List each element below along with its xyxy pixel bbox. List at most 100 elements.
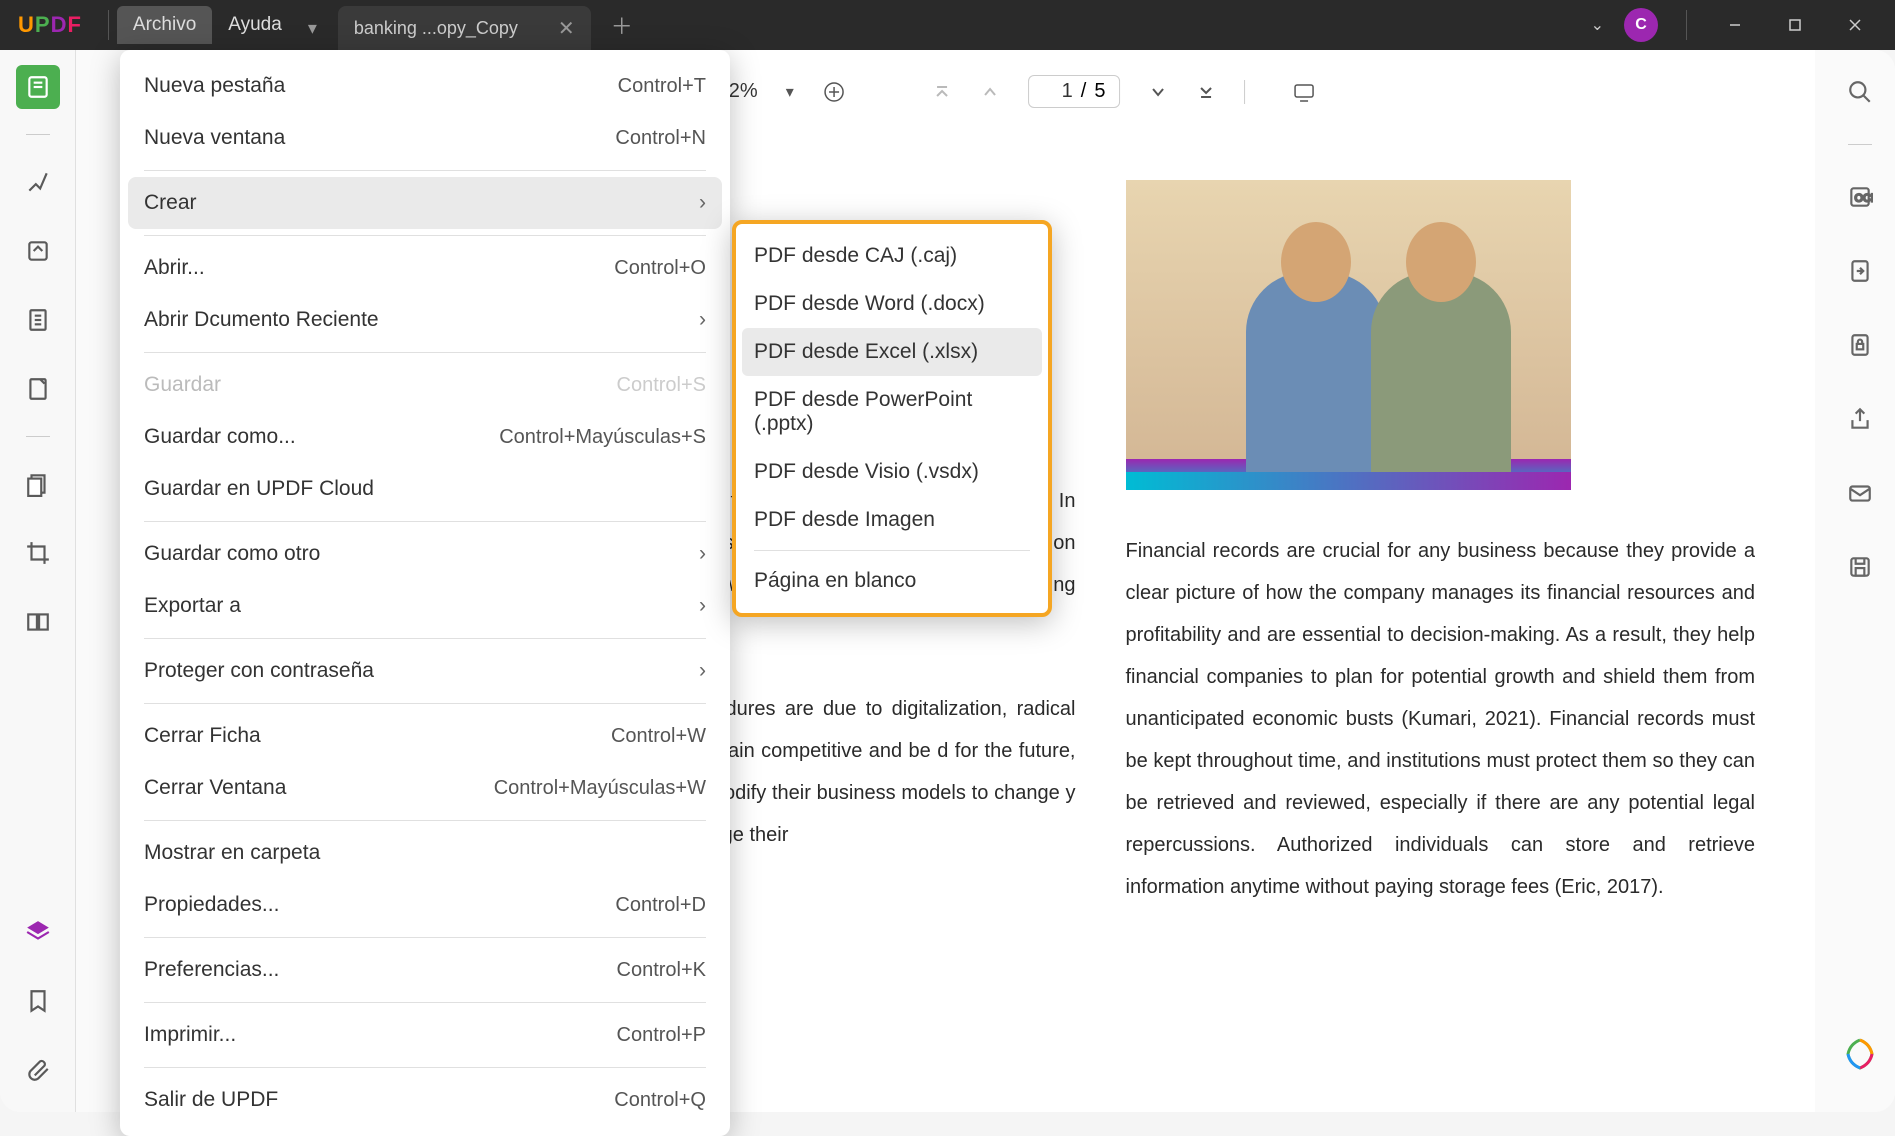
page-input[interactable] [1043,80,1073,103]
prev-page-button[interactable] [980,82,1000,102]
submenu-item-ppt[interactable]: PDF desde PowerPoint (.pptx) [736,376,1048,448]
ocr-icon[interactable]: OCR [1838,175,1882,219]
close-icon[interactable]: ✕ [558,16,575,41]
document-column-right: Financial records are crucial for any bu… [1126,180,1756,1072]
menu-item-guardar: GuardarControl+S [120,359,730,411]
menu-item-mostrar-carpeta[interactable]: Mostrar en carpeta [120,827,730,879]
compare-tool-icon[interactable] [16,600,60,644]
share-icon[interactable] [1838,397,1882,441]
menu-item-guardar-otro[interactable]: Guardar como otro› [120,528,730,580]
app-logo: UPDF [0,12,100,38]
separator [144,521,706,522]
chevron-right-icon: › [699,659,706,683]
separator [144,352,706,353]
form-tool-icon[interactable] [16,367,60,411]
menu-item-cerrar-ficha[interactable]: Cerrar FichaControl+W [120,710,730,762]
separator [1686,10,1687,40]
submenu-item-word[interactable]: PDF desde Word (.docx) [736,280,1048,328]
reader-tool-icon[interactable] [16,65,60,109]
chevron-right-icon: › [699,308,706,332]
separator [144,703,706,704]
separator [144,235,706,236]
main-area: 122% ▾ / 5 viron-cessitates the digital … [0,50,1895,1112]
organize-tool-icon[interactable] [16,462,60,506]
separator [26,436,50,437]
page-separator: / [1081,80,1087,103]
new-tab-button[interactable]: ＋ [611,9,633,41]
zoom-dropdown-icon[interactable]: ▾ [786,82,794,102]
menu-item-preferencias[interactable]: Preferencias...Control+K [120,944,730,996]
view-toolbar: 122% ▾ / 5 [655,75,1317,108]
tab-dropdown-icon[interactable]: ▾ [308,18,317,39]
chevron-right-icon: › [699,191,706,215]
submenu-item-caj[interactable]: PDF desde CAJ (.caj) [736,232,1048,280]
submenu-item-visio[interactable]: PDF desde Visio (.vsdx) [736,448,1048,496]
menu-archivo[interactable]: Archivo [117,6,212,44]
presentation-button[interactable] [1292,80,1316,104]
chevron-right-icon: › [699,594,706,618]
minimize-button[interactable] [1715,10,1755,40]
save-icon[interactable] [1838,545,1882,589]
menu-item-guardar-como[interactable]: Guardar como...Control+Mayúsculas+S [120,411,730,463]
last-page-button[interactable] [1196,82,1216,102]
separator [108,10,109,40]
bookmark-icon[interactable] [16,979,60,1023]
protect-icon[interactable] [1838,323,1882,367]
document-image [1126,180,1571,490]
submenu-item-imagen[interactable]: PDF desde Imagen [736,496,1048,544]
close-button[interactable] [1835,10,1875,40]
menu-item-proteger[interactable]: Proteger con contraseña› [120,645,730,697]
menu-item-crear[interactable]: Crear› [128,177,722,229]
page-indicator: / 5 [1028,75,1121,108]
document-tab[interactable]: ▾ banking ...opy_Copy ✕ [338,6,591,50]
edit-tool-icon[interactable] [16,229,60,273]
separator [26,134,50,135]
menu-ayuda[interactable]: Ayuda [212,6,298,44]
separator [144,937,706,938]
left-sidebar-bottom [16,910,60,1092]
menu-item-propiedades[interactable]: Propiedades...Control+D [120,879,730,931]
separator [144,1067,706,1068]
crear-submenu: PDF desde CAJ (.caj) PDF desde Word (.do… [732,220,1052,617]
convert-icon[interactable] [1838,249,1882,293]
separator [144,1002,706,1003]
layers-icon[interactable] [16,910,60,954]
menu-item-nueva-pestana[interactable]: Nueva pestañaControl+T [120,60,730,112]
separator [144,638,706,639]
search-icon[interactable] [1838,70,1882,114]
menu-item-abrir-reciente[interactable]: Abrir Dcumento Reciente› [120,294,730,346]
svg-text:OCR: OCR [1855,192,1873,204]
separator [144,170,706,171]
menu-item-guardar-cloud[interactable]: Guardar en UPDF Cloud [120,463,730,515]
menu-item-imprimir[interactable]: Imprimir...Control+P [120,1009,730,1061]
chevron-down-icon[interactable]: ⌄ [1591,15,1604,35]
menu-item-exportar[interactable]: Exportar a› [120,580,730,632]
crop-tool-icon[interactable] [16,531,60,575]
first-page-button[interactable] [932,82,952,102]
tab-title: banking ...opy_Copy [354,18,518,39]
highlight-tool-icon[interactable] [16,160,60,204]
left-sidebar [0,50,76,1112]
ai-assistant-icon[interactable] [1842,1036,1878,1072]
page-tool-icon[interactable] [16,298,60,342]
window-controls: ⌄ C [1591,8,1895,42]
menu-item-nueva-ventana[interactable]: Nueva ventanaControl+N [120,112,730,164]
separator [1848,144,1872,145]
separator [754,550,1030,551]
maximize-button[interactable] [1775,10,1815,40]
submenu-item-blanco[interactable]: Página en blanco [736,557,1048,605]
titlebar: UPDF Archivo Ayuda ▾ banking ...opy_Copy… [0,0,1895,50]
email-icon[interactable] [1838,471,1882,515]
body-text: Financial records are crucial for any bu… [1126,530,1756,908]
next-page-button[interactable] [1148,82,1168,102]
submenu-item-excel[interactable]: PDF desde Excel (.xlsx) [742,328,1042,376]
chevron-right-icon: › [699,542,706,566]
attachment-icon[interactable] [16,1048,60,1092]
menu-item-salir[interactable]: Salir de UPDFControl+Q [120,1074,730,1126]
separator [144,820,706,821]
menu-item-abrir[interactable]: Abrir...Control+O [120,242,730,294]
user-avatar[interactable]: C [1624,8,1658,42]
right-sidebar: OCR [1825,50,1895,1112]
menu-item-cerrar-ventana[interactable]: Cerrar VentanaControl+Mayúsculas+W [120,762,730,814]
zoom-in-button[interactable] [822,80,846,104]
